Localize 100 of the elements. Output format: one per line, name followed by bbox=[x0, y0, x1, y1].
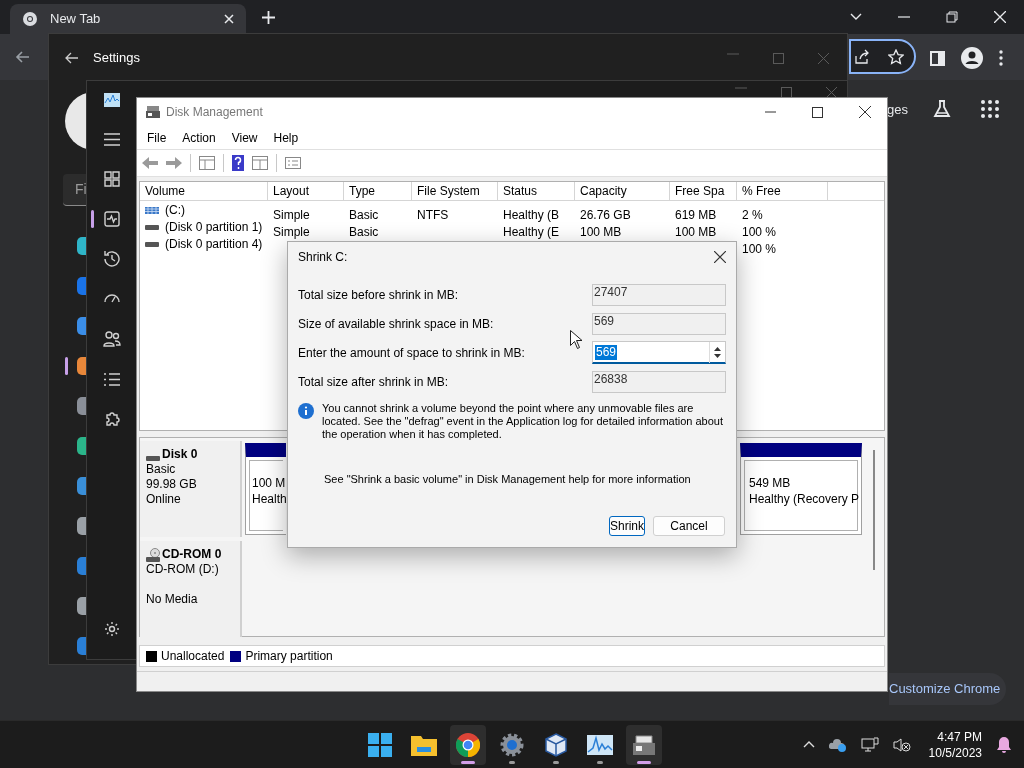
dialog-button[interactable]: Shrink bbox=[609, 515, 645, 536]
settings-icon[interactable] bbox=[104, 621, 120, 637]
menu-item[interactable]: View bbox=[231, 128, 258, 147]
cloud-icon[interactable] bbox=[828, 737, 847, 752]
menu-icon[interactable] bbox=[104, 132, 120, 146]
dialog-button[interactable]: Cancel bbox=[653, 515, 725, 536]
table-cell: 100 % bbox=[742, 241, 777, 256]
table-cell[interactable]: (C:) bbox=[145, 201, 263, 219]
settings-nav-icon[interactable] bbox=[77, 357, 86, 375]
cube-icon[interactable] bbox=[545, 732, 567, 757]
images-link[interactable]: ges bbox=[887, 100, 908, 120]
properties-icon[interactable] bbox=[285, 156, 301, 169]
flask-icon[interactable] bbox=[932, 99, 952, 119]
settings-nav-icon[interactable] bbox=[77, 517, 86, 535]
settings-nav-icon[interactable] bbox=[77, 597, 86, 615]
settings-nav-icon[interactable] bbox=[77, 397, 86, 415]
taskbar-app[interactable] bbox=[450, 724, 486, 765]
forward-arrow-icon[interactable] bbox=[166, 155, 182, 170]
history-icon[interactable] bbox=[103, 250, 121, 268]
readonly-field: 569 bbox=[592, 312, 726, 335]
column-header[interactable]: File System bbox=[412, 181, 498, 200]
column-header[interactable]: Capacity bbox=[575, 181, 670, 200]
disk-drive-icon[interactable] bbox=[632, 733, 656, 756]
partition-block[interactable]: 100 M Health bbox=[245, 443, 286, 536]
column-header[interactable]: Status bbox=[498, 181, 575, 200]
disk-label-panel[interactable]: Disk 0 Basic 99.98 GB Online bbox=[140, 441, 242, 538]
clock-date[interactable]: 10/5/2023 bbox=[928, 744, 982, 761]
cd-drive-icon bbox=[146, 548, 160, 563]
address-bar[interactable] bbox=[849, 39, 916, 74]
share-icon[interactable] bbox=[854, 48, 870, 65]
column-header[interactable]: Type bbox=[344, 181, 412, 200]
chrome-icon[interactable] bbox=[456, 732, 480, 757]
gear-icon[interactable] bbox=[500, 732, 524, 757]
back-icon[interactable] bbox=[65, 51, 79, 65]
partition-block[interactable]: 549 MB Healthy (Recovery P bbox=[740, 443, 862, 536]
new-tab-icon[interactable] bbox=[262, 11, 275, 24]
close-icon[interactable] bbox=[859, 106, 871, 119]
close-icon[interactable] bbox=[714, 251, 726, 263]
profile-icon[interactable] bbox=[961, 47, 983, 69]
volume-icon bbox=[145, 241, 159, 247]
bell-icon[interactable] bbox=[996, 735, 1012, 754]
chevron-down-icon[interactable] bbox=[850, 13, 862, 21]
column-header[interactable]: Free Spa bbox=[670, 181, 737, 200]
customize-chrome-button[interactable]: Customize Chrome bbox=[889, 673, 1006, 705]
windows-start-icon[interactable] bbox=[368, 732, 392, 757]
table-cell: 2 % bbox=[742, 207, 763, 222]
settings-nav-icon[interactable] bbox=[77, 557, 86, 575]
more-icon[interactable] bbox=[999, 50, 1003, 66]
table-cell[interactable]: (Disk 0 partition 1) bbox=[145, 218, 263, 236]
disk-label-panel[interactable]: CD-ROM 0 CD-ROM (D:) No Media bbox=[140, 541, 242, 638]
settings-nav-icon[interactable] bbox=[77, 477, 86, 495]
puzzle-icon[interactable] bbox=[103, 410, 121, 428]
disk-info: Online bbox=[146, 492, 182, 508]
menu-item[interactable]: File bbox=[147, 128, 167, 147]
table-cell: NTFS bbox=[417, 207, 449, 222]
browser-tab[interactable]: New Tab bbox=[10, 4, 246, 34]
help-icon[interactable] bbox=[232, 154, 244, 171]
disk-info: Basic bbox=[146, 462, 177, 478]
list-icon[interactable] bbox=[104, 372, 120, 386]
spinner-field[interactable]: 569 bbox=[592, 341, 726, 364]
maximize-icon[interactable] bbox=[812, 106, 823, 118]
column-header[interactable]: Layout bbox=[268, 181, 344, 200]
settings-nav-icon[interactable] bbox=[77, 437, 86, 455]
search-field[interactable]: Fi bbox=[63, 174, 86, 206]
menu-item[interactable]: Action bbox=[182, 128, 216, 147]
users-icon[interactable] bbox=[103, 331, 121, 347]
muted-speaker-icon[interactable] bbox=[892, 736, 911, 753]
scrollbar[interactable] bbox=[873, 450, 875, 571]
partition-size: 100 M bbox=[252, 475, 283, 492]
table-cell[interactable]: (Disk 0 partition 4) bbox=[145, 235, 263, 253]
taskbar-app[interactable] bbox=[626, 724, 662, 765]
chevron-up-icon[interactable] bbox=[802, 741, 815, 748]
back-icon[interactable] bbox=[15, 49, 31, 65]
network-icon[interactable] bbox=[860, 736, 879, 753]
star-icon[interactable] bbox=[888, 48, 904, 65]
table-cell: Healthy (E bbox=[503, 224, 560, 239]
column-header[interactable]: Volume bbox=[140, 181, 268, 200]
grid-icon[interactable] bbox=[104, 171, 120, 187]
settings-nav-icon[interactable] bbox=[77, 637, 86, 655]
clock-time[interactable]: 4:47 PM bbox=[937, 728, 982, 745]
settings-nav-icon[interactable] bbox=[77, 277, 86, 295]
side-panel-icon[interactable] bbox=[930, 50, 945, 66]
console-tree-icon[interactable] bbox=[199, 155, 215, 170]
folder-icon[interactable] bbox=[411, 733, 437, 756]
table-cell: 100 % bbox=[742, 224, 777, 239]
settings-nav-icon[interactable] bbox=[77, 317, 86, 335]
apps-grid-icon[interactable] bbox=[981, 100, 999, 118]
settings-nav-icon[interactable] bbox=[77, 237, 86, 255]
performance-icon[interactable] bbox=[104, 211, 120, 227]
chrome-logo-icon bbox=[22, 11, 38, 27]
restore-icon[interactable] bbox=[946, 11, 958, 23]
columns-icon[interactable] bbox=[252, 155, 268, 170]
minimize-icon[interactable] bbox=[765, 111, 776, 114]
field-label: Size of available shrink space in MB: bbox=[298, 315, 494, 333]
table-cell: Simple bbox=[273, 224, 310, 239]
back-arrow-icon[interactable] bbox=[142, 155, 158, 170]
monitor-graph-icon[interactable] bbox=[587, 734, 613, 755]
disk-info: 99.98 GB bbox=[146, 477, 198, 493]
menu-item[interactable]: Help bbox=[273, 128, 299, 147]
column-header[interactable]: % Free bbox=[737, 181, 828, 200]
